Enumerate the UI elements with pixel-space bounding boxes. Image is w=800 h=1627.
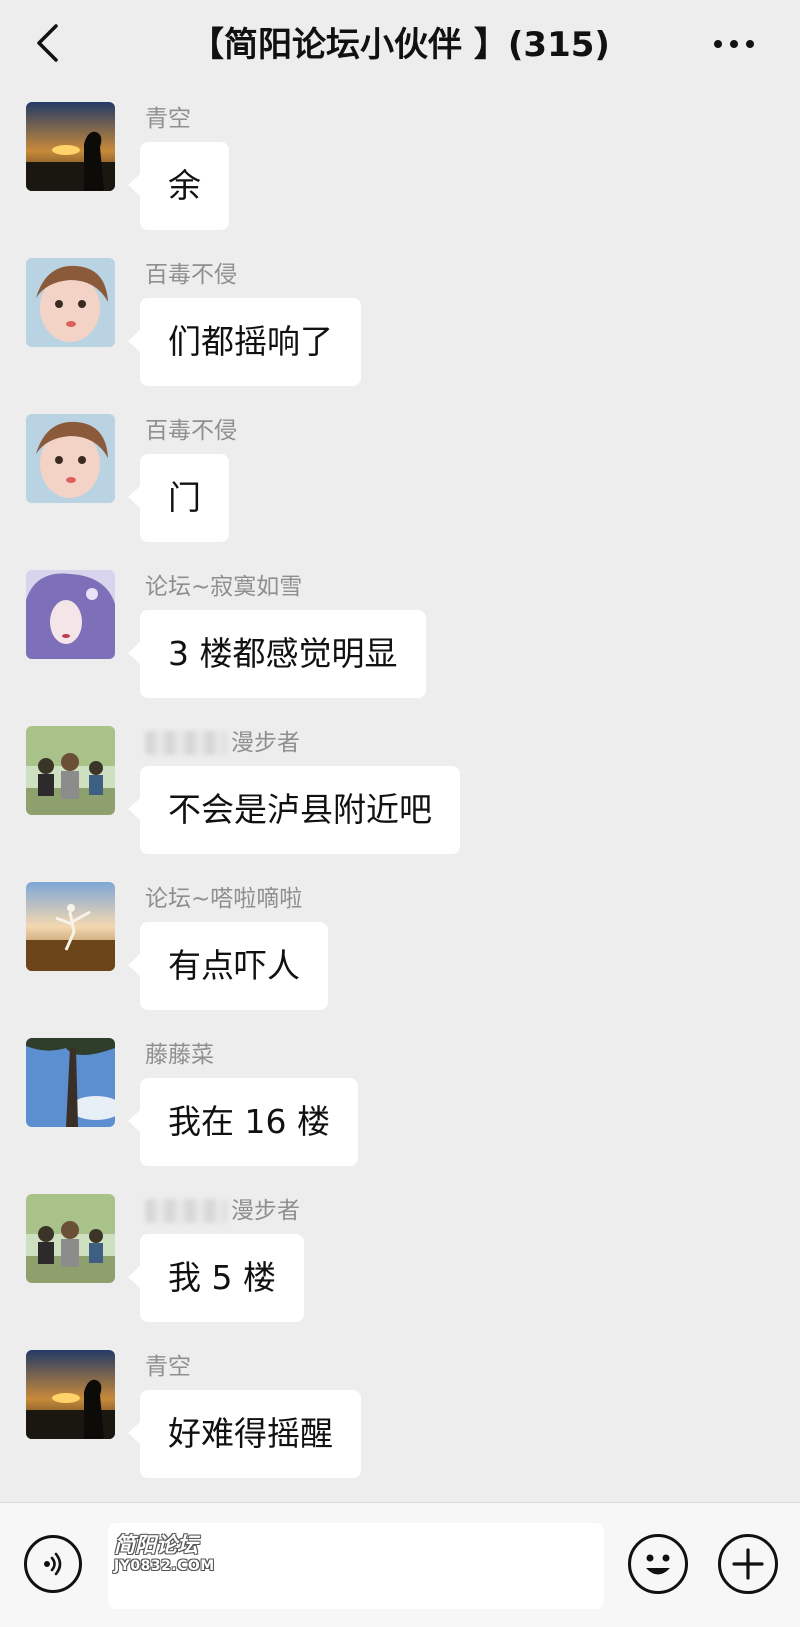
avatar-child-image — [26, 258, 115, 347]
message-item: 藤藤菜 我在 16 楼 — [0, 1028, 800, 1184]
chat-title: 【简阳论坛小伙伴 】(315) — [190, 25, 610, 65]
message-list[interactable]: 青空 余 百毒不侵 们都摇响了 百毒不侵 门 论坛~寂寞如雪 3 楼都感觉明显 … — [0, 92, 800, 1502]
avatar-tree-image — [26, 1038, 115, 1127]
plus-button[interactable] — [718, 1534, 778, 1594]
blurred-name — [145, 731, 227, 755]
emoji-icon — [646, 1554, 670, 1575]
watermark-logo: 简阳论坛 JY0832.COM — [114, 1533, 215, 1575]
message-bubble[interactable]: 有点吓人 — [128, 922, 328, 1010]
message-item: 论坛~嗒啦嘀啦 有点吓人 — [0, 872, 800, 1028]
avatar-sunset-image — [26, 1350, 115, 1439]
sender-name: 漫步者 — [145, 728, 300, 758]
plus-icon — [732, 1548, 764, 1580]
avatar[interactable] — [26, 102, 115, 191]
message-item: 漫步者 不会是泸县附近吧 — [0, 716, 800, 872]
sender-name: 百毒不侵 — [145, 262, 237, 288]
message-bubble[interactable]: 余 — [128, 142, 229, 230]
avatar-park-group-image — [26, 726, 115, 815]
message-item: 青空 好难得摇醒 — [0, 1340, 800, 1496]
avatar[interactable] — [26, 414, 115, 503]
sender-name: 漫步者 — [145, 1196, 300, 1226]
avatar[interactable] — [26, 258, 115, 347]
avatar-child-image — [26, 414, 115, 503]
message-item: 青空 余 — [0, 92, 800, 248]
message-bubble[interactable]: 不会是泸县附近吧 — [128, 766, 460, 854]
message-bubble[interactable]: 我在 16 楼 — [128, 1078, 358, 1166]
avatar-dancer-image — [26, 882, 115, 971]
message-bubble[interactable]: 3 楼都感觉明显 — [128, 610, 426, 698]
sender-name: 藤藤菜 — [145, 1042, 214, 1068]
sender-name: 百毒不侵 — [145, 418, 237, 444]
avatar[interactable] — [26, 1038, 115, 1127]
sender-name: 青空 — [145, 1354, 191, 1380]
avatar[interactable] — [26, 1194, 115, 1283]
message-bubble[interactable]: 好难得摇醒 — [128, 1390, 361, 1478]
sender-name: 论坛~嗒啦嘀啦 — [145, 886, 303, 912]
chat-screen: 【简阳论坛小伙伴 】(315) 青空 余 百毒不侵 们都摇响了 百毒不侵 门 论… — [0, 0, 800, 1627]
watermark-title: 简阳论坛 — [114, 1533, 198, 1557]
message-item: 百毒不侵 们都摇响了 — [0, 248, 800, 404]
voice-button[interactable] — [24, 1535, 82, 1593]
avatar-park-group-image — [26, 1194, 115, 1283]
chat-header: 【简阳论坛小伙伴 】(315) — [0, 0, 800, 92]
message-item: 漫步者 我 5 楼 — [0, 1184, 800, 1340]
blurred-name — [145, 1199, 227, 1223]
watermark-url: JY0832.COM — [114, 1558, 215, 1574]
message-bubble[interactable]: 们都摇响了 — [128, 298, 361, 386]
more-button[interactable] — [704, 22, 764, 66]
avatar[interactable] — [26, 570, 115, 659]
message-item: 百毒不侵 门 — [0, 404, 800, 560]
message-bubble[interactable]: 门 — [128, 454, 229, 542]
avatar[interactable] — [26, 1350, 115, 1439]
sender-name: 论坛~寂寞如雪 — [145, 574, 303, 600]
voice-icon — [44, 1552, 62, 1576]
avatar-purple-hair-image — [26, 570, 115, 659]
avatar[interactable] — [26, 726, 115, 815]
emoji-button[interactable] — [628, 1534, 688, 1594]
message-item: 论坛~寂寞如雪 3 楼都感觉明显 — [0, 560, 800, 716]
sender-name: 青空 — [145, 106, 191, 132]
message-bubble[interactable]: 我 5 楼 — [128, 1234, 304, 1322]
message-input[interactable]: 简阳论坛 JY0832.COM — [108, 1523, 604, 1609]
more-dots-icon — [714, 40, 754, 48]
input-bar: 简阳论坛 JY0832.COM — [0, 1502, 800, 1627]
avatar-sunset-image — [26, 102, 115, 191]
avatar[interactable] — [26, 882, 115, 971]
